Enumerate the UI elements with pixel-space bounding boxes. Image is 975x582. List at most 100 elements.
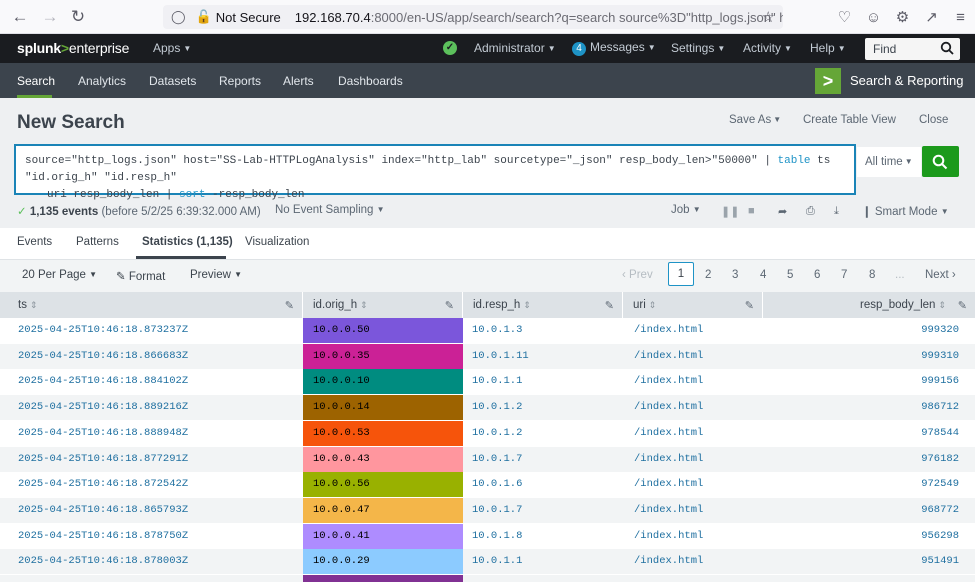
- cell-resp-body-len[interactable]: 968772: [921, 498, 959, 523]
- back-icon[interactable]: ←: [5, 0, 35, 34]
- cell-ts[interactable]: 2025-04-25T10:46:18.873237Z: [18, 318, 188, 343]
- cell-resp-h[interactable]: 10.0.1.2: [472, 421, 522, 446]
- print-icon[interactable]: ⎙: [806, 205, 815, 218]
- cell-resp-body-len[interactable]: 999320: [921, 318, 959, 343]
- activity-menu[interactable]: Activity ▼: [743, 41, 792, 55]
- cell-orig-h[interactable]: 10.0.0.41: [303, 523, 463, 549]
- cell-resp-body-len[interactable]: 956298: [921, 524, 959, 549]
- close-button[interactable]: Close: [919, 114, 948, 126]
- edit-column-icon[interactable]: ✎: [605, 299, 614, 312]
- page-7-button[interactable]: 7: [841, 269, 847, 281]
- bookmark-star-icon[interactable]: ☆: [762, 8, 775, 26]
- cell-uri[interactable]: /index.html: [634, 498, 703, 523]
- stop-icon[interactable]: ■: [748, 205, 755, 217]
- column-header-uri[interactable]: uri ⇕ ✎: [623, 292, 763, 318]
- splunk-logo[interactable]: splunk>enterprise: [17, 40, 129, 56]
- cell-resp-h[interactable]: 10.0.1.8: [472, 524, 522, 549]
- edit-column-icon[interactable]: ✎: [445, 299, 454, 312]
- cell-orig-h[interactable]: 10.0.0.47: [303, 497, 463, 523]
- cell-resp-body-len[interactable]: 972549: [921, 472, 959, 497]
- page-2-button[interactable]: 2: [705, 269, 711, 281]
- apps-menu[interactable]: Apps ▼: [153, 41, 191, 55]
- cell-uri[interactable]: /index.html: [634, 395, 703, 420]
- cell-resp-body-len[interactable]: 999156: [921, 369, 959, 394]
- tab-statistics[interactable]: Statistics (1,135): [142, 236, 233, 248]
- cell-orig-h[interactable]: 10.0.0.29: [303, 549, 463, 575]
- cell-orig-h[interactable]: 10.0.0.53: [303, 420, 463, 446]
- cell-resp-h[interactable]: 10.0.1.1: [472, 549, 522, 574]
- tab-alerts[interactable]: Alerts: [283, 74, 314, 88]
- cell-uri[interactable]: /index.html: [634, 421, 703, 446]
- pocket-icon[interactable]: ♡: [830, 8, 859, 26]
- prev-page-button[interactable]: ‹ Prev: [622, 269, 653, 281]
- cell-orig-h[interactable]: 10.0.0.10: [303, 369, 463, 395]
- share-icon[interactable]: ↗: [917, 8, 946, 26]
- insecure-lock-icon[interactable]: 🔓: [196, 9, 212, 25]
- cell-resp-body-len[interactable]: 999310: [921, 344, 959, 369]
- cell-ts[interactable]: 2025-04-25T10:46:18.878003Z: [18, 549, 188, 574]
- time-range-picker[interactable]: All time ▼: [857, 147, 921, 177]
- run-search-button[interactable]: [922, 146, 959, 177]
- event-sampling-dropdown[interactable]: No Event Sampling ▼: [275, 204, 385, 216]
- column-header-resp-body-len[interactable]: resp_body_len ⇕ ✎: [763, 292, 975, 318]
- format-button[interactable]: ✎ Format: [116, 269, 165, 283]
- tab-visualization[interactable]: Visualization: [245, 236, 309, 248]
- find-search-icon[interactable]: [940, 41, 954, 55]
- messages-menu[interactable]: 4 Messages ▼: [572, 40, 656, 56]
- export-icon[interactable]: ⤓: [834, 205, 839, 218]
- edit-column-icon[interactable]: ✎: [958, 299, 967, 312]
- edit-column-icon[interactable]: ✎: [285, 299, 294, 312]
- cell-uri[interactable]: /index.html: [634, 472, 703, 497]
- account-icon[interactable]: ☺: [859, 9, 888, 26]
- preview-dropdown[interactable]: Preview ▼: [190, 269, 242, 281]
- tab-events[interactable]: Events: [17, 236, 52, 248]
- cell-resp-h[interactable]: 10.0.1.11: [472, 344, 529, 369]
- cell-resp-h[interactable]: 10.0.1.3: [472, 318, 522, 343]
- cell-orig-h[interactable]: [303, 575, 463, 582]
- per-page-dropdown[interactable]: 20 Per Page ▼: [22, 269, 97, 281]
- forward-icon[interactable]: →: [35, 0, 65, 34]
- cell-uri[interactable]: /index.html: [634, 447, 703, 472]
- cell-uri[interactable]: /index.html: [634, 369, 703, 394]
- cell-orig-h[interactable]: 10.0.0.35: [303, 343, 463, 369]
- column-header-orig[interactable]: id.orig_h ⇕ ✎: [303, 292, 463, 318]
- cell-ts[interactable]: 2025-04-25T10:46:18.877291Z: [18, 447, 188, 472]
- cell-uri[interactable]: /index.html: [634, 524, 703, 549]
- administrator-menu[interactable]: Administrator ▼: [474, 41, 556, 55]
- cell-ts[interactable]: 2025-04-25T10:46:18.889216Z: [18, 395, 188, 420]
- column-header-ts[interactable]: ts ⇕ ✎: [0, 292, 303, 318]
- tab-datasets[interactable]: Datasets: [149, 74, 196, 88]
- tab-analytics[interactable]: Analytics: [78, 74, 126, 88]
- cell-resp-h[interactable]: 10.0.1.6: [472, 472, 522, 497]
- extensions-icon[interactable]: ⚙: [888, 8, 917, 26]
- menu-icon[interactable]: ≡: [946, 9, 975, 26]
- cell-resp-body-len[interactable]: 951491: [921, 549, 959, 574]
- share-job-icon[interactable]: ➦: [778, 205, 787, 218]
- cell-resp-h[interactable]: 10.0.1.1: [472, 369, 522, 394]
- cell-orig-h[interactable]: 10.0.0.43: [303, 446, 463, 472]
- cell-uri[interactable]: /index.html: [634, 318, 703, 343]
- cell-resp-body-len[interactable]: 976182: [921, 447, 959, 472]
- page-1-button[interactable]: 1: [668, 262, 694, 286]
- cell-resp-h[interactable]: 10.0.1.7: [472, 498, 522, 523]
- cell-ts[interactable]: 2025-04-25T10:46:18.866683Z: [18, 344, 188, 369]
- column-header-resp[interactable]: id.resp_h ⇕ ✎: [463, 292, 623, 318]
- tab-reports[interactable]: Reports: [219, 74, 261, 88]
- next-page-button[interactable]: Next ›: [925, 269, 956, 281]
- page-8-button[interactable]: 8: [869, 269, 875, 281]
- tab-search[interactable]: Search: [17, 74, 55, 88]
- tab-dashboards[interactable]: Dashboards: [338, 74, 403, 88]
- cell-resp-h[interactable]: 10.0.1.7: [472, 447, 522, 472]
- pause-icon[interactable]: ❚❚: [721, 205, 739, 218]
- cell-orig-h[interactable]: 10.0.0.56: [303, 472, 463, 498]
- create-table-view-button[interactable]: Create Table View: [803, 114, 896, 126]
- tab-patterns[interactable]: Patterns: [76, 236, 119, 248]
- edit-column-icon[interactable]: ✎: [745, 299, 754, 312]
- cell-orig-h[interactable]: 10.0.0.50: [303, 318, 463, 343]
- cell-orig-h[interactable]: 10.0.0.14: [303, 395, 463, 421]
- health-status-icon[interactable]: ✓: [443, 41, 457, 55]
- cell-ts[interactable]: 2025-04-25T10:46:18.865793Z: [18, 498, 188, 523]
- cell-resp-body-len[interactable]: 986712: [921, 395, 959, 420]
- page-4-button[interactable]: 4: [760, 269, 766, 281]
- cell-ts[interactable]: 2025-04-25T10:46:18.888948Z: [18, 421, 188, 446]
